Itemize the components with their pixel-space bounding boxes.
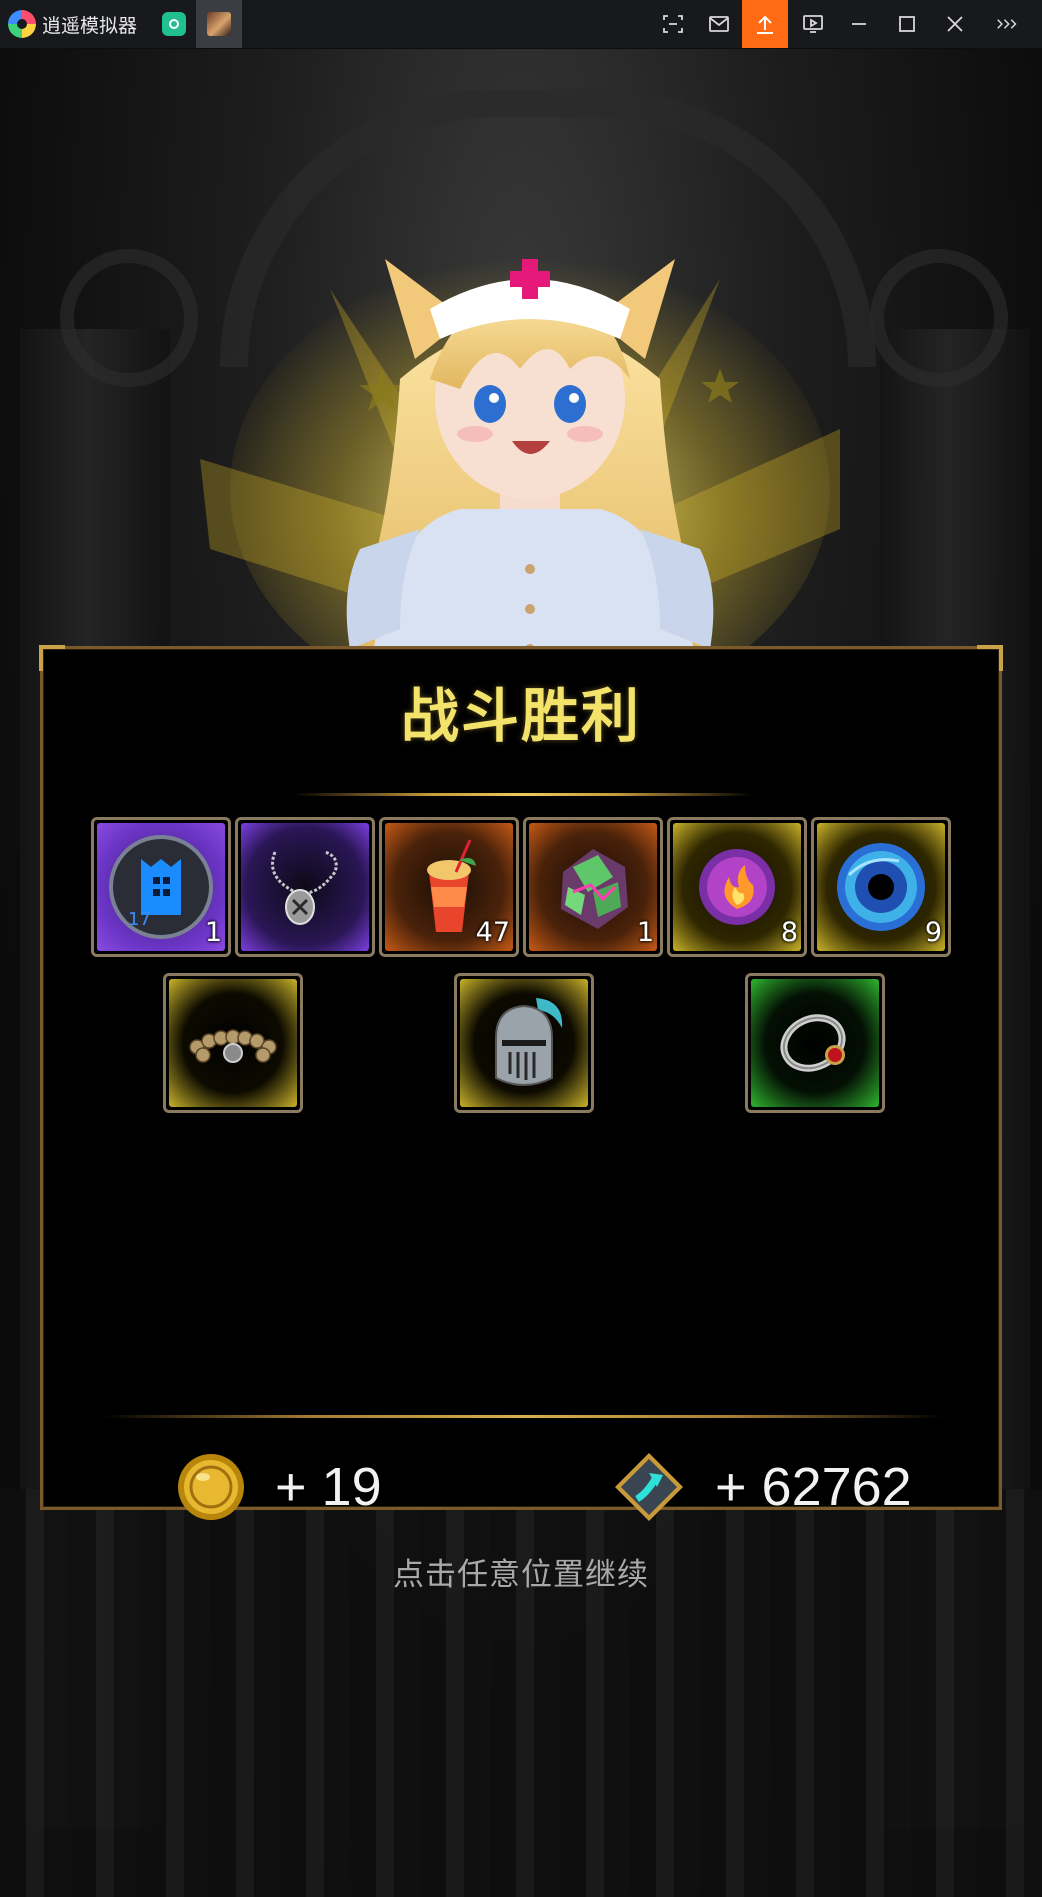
- exp-reward-value: + 62762: [715, 1457, 912, 1517]
- blue-vortex-orb-icon: [837, 843, 925, 931]
- silver-necklace-icon: [271, 850, 338, 925]
- screen-record-button[interactable]: [790, 0, 836, 48]
- gold-reward: + 19: [175, 1449, 382, 1525]
- emulator-logo-icon: [8, 10, 36, 38]
- minimize-icon: [852, 23, 866, 25]
- reward-item-bead-bracelet[interactable]: [163, 973, 303, 1113]
- screenshot-icon: [663, 15, 683, 33]
- green-crystal-ore-icon: [561, 849, 628, 929]
- knight-helmet-icon: [495, 998, 563, 1086]
- mail-icon: [709, 16, 729, 32]
- game-screen[interactable]: 战斗胜利 17 1 47 1 8 9 + 19 + 62762 点击任意位置继续: [0, 49, 1042, 1897]
- ruby-ring-icon: [780, 1014, 846, 1072]
- more-button[interactable]: [984, 0, 1030, 48]
- experience-crystal-icon: [615, 1453, 683, 1521]
- reward-item-blue-vortex-orb[interactable]: 9: [811, 817, 951, 957]
- screenshot-button[interactable]: [650, 0, 696, 48]
- battle-result-panel: 战斗胜利 17 1 47 1 8 9 + 19 + 62762: [39, 645, 1003, 1521]
- title-divider: [293, 793, 753, 796]
- gold-coin-icon: [178, 1454, 244, 1520]
- close-button[interactable]: [932, 0, 978, 48]
- panel-corner-ornament: [39, 645, 65, 671]
- reward-item-green-crystal-ore[interactable]: 1: [523, 817, 663, 957]
- panel-corner-ornament: [977, 645, 1003, 671]
- reward-item-silver-necklace[interactable]: [235, 817, 375, 957]
- fire-orb-icon: [699, 849, 775, 925]
- reward-items-row-1: 17 1 47 1 8 9: [91, 817, 957, 959]
- game-thumbnail-icon: [207, 12, 231, 36]
- home-tab-icon[interactable]: [162, 12, 186, 36]
- gold-reward-value: + 19: [275, 1457, 382, 1517]
- item-count: 9: [924, 917, 942, 948]
- game-tab[interactable]: [196, 0, 242, 48]
- reward-items-row-2: [163, 973, 885, 1115]
- screen-record-icon: [803, 15, 823, 33]
- minimize-button[interactable]: [836, 0, 882, 48]
- battle-victory-title: 战斗胜利: [400, 682, 641, 750]
- character-portrait: [200, 229, 840, 719]
- bead-bracelet-icon: [189, 1029, 277, 1063]
- reward-item-blue-rune[interactable]: 17 1: [91, 817, 231, 957]
- more-icon: [997, 19, 1017, 29]
- maximize-icon: [899, 16, 915, 32]
- emulator-app-name: 逍遥模拟器: [42, 15, 138, 37]
- emulator-title-bar: 逍遥模拟器: [0, 0, 1042, 49]
- item-count: 1: [636, 917, 654, 948]
- background-ornament: [60, 249, 198, 387]
- rune-level-label: 17: [128, 909, 151, 930]
- close-icon: [947, 16, 963, 32]
- reward-item-ruby-ring[interactable]: [745, 973, 885, 1113]
- reward-item-juice-drink[interactable]: 47: [379, 817, 519, 957]
- nurse-catgirl-illustration: [200, 259, 840, 719]
- tap-to-continue-text[interactable]: 点击任意位置继续: [0, 1549, 1042, 1594]
- exp-reward: + 62762: [611, 1449, 912, 1525]
- blue-rune-icon: [109, 835, 213, 939]
- mail-button[interactable]: [696, 0, 742, 48]
- upload-button[interactable]: [742, 0, 788, 48]
- reward-item-knight-helmet[interactable]: [454, 973, 594, 1113]
- item-count: 8: [780, 917, 798, 948]
- item-count: 1: [204, 917, 222, 948]
- background-ornament: [870, 249, 1008, 387]
- reward-item-fire-orb[interactable]: 8: [667, 817, 807, 957]
- upload-icon: [757, 15, 773, 34]
- maximize-button[interactable]: [884, 0, 930, 48]
- item-count: 47: [475, 917, 510, 948]
- reward-divider: [103, 1415, 943, 1418]
